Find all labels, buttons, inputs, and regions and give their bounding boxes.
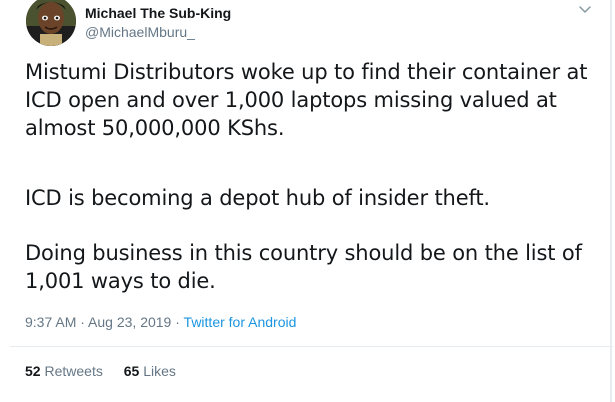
tweet-stats: 52 Retweets 65 Likes (25, 362, 193, 380)
tweet-time[interactable]: 9:37 AM (25, 314, 76, 330)
tweet-source-link[interactable]: Twitter for Android (184, 314, 297, 330)
edge-divider (610, 0, 612, 402)
likes-label: Likes (143, 363, 176, 379)
meta-separator: · (76, 314, 89, 330)
tweet-paragraph-1: Mistumi Distributors woke up to find the… (25, 60, 588, 140)
meta-separator: · (171, 314, 184, 330)
tweet-paragraph-2: ICD is becoming a depot hub of insider t… (25, 186, 490, 210)
avatar[interactable] (26, 0, 76, 46)
retweets-label: Retweets (44, 363, 103, 379)
tweet-meta: 9:37 AM · Aug 23, 2019 · Twitter for And… (25, 313, 296, 331)
author-display-name[interactable]: Michael The Sub-King (85, 4, 231, 22)
tweet-date[interactable]: Aug 23, 2019 (88, 314, 171, 330)
likes-count: 65 (123, 363, 140, 379)
tweet-paragraph-3: Doing business in this country should be… (25, 241, 582, 293)
author-handle[interactable]: @MichaelMburu_ (85, 23, 195, 41)
chevron-down-icon[interactable] (577, 4, 593, 16)
likes-stat[interactable]: 65 Likes (124, 362, 176, 380)
tweet-card: Michael The Sub-King @MichaelMburu_ Mist… (0, 0, 615, 402)
retweets-count: 52 (25, 363, 41, 379)
retweets-stat[interactable]: 52 Retweets (25, 362, 103, 380)
divider (10, 346, 613, 347)
